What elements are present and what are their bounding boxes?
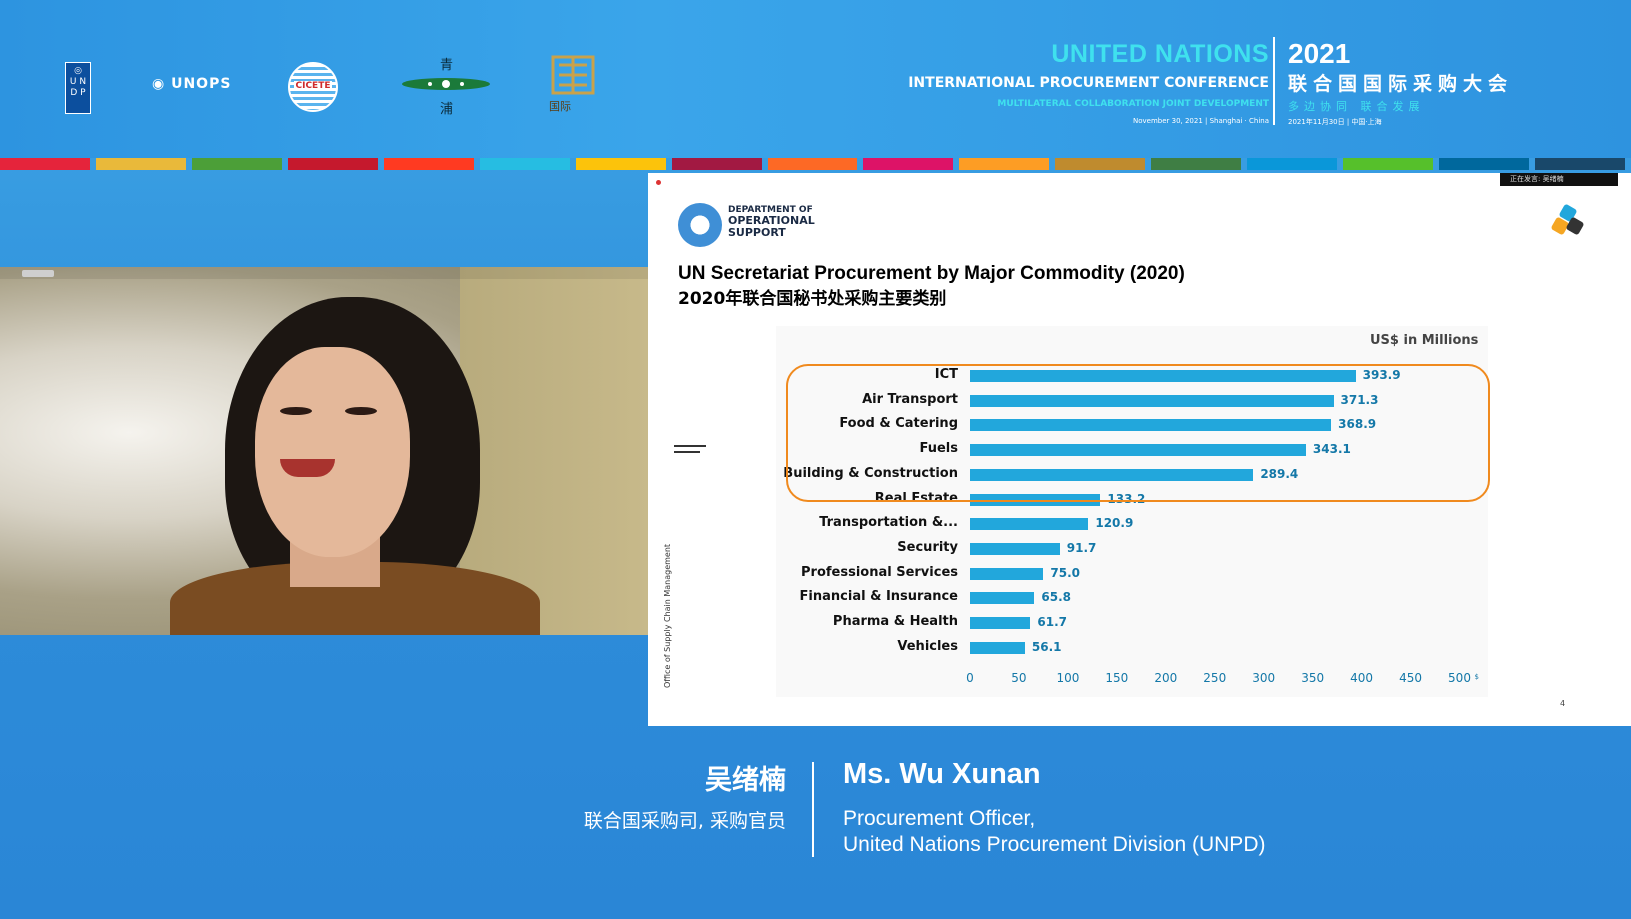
- x-tick-suffix: $: [1474, 673, 1479, 681]
- category-label: Pharma & Health: [832, 614, 958, 629]
- qingpu-emblem-icon: 青 浦: [402, 58, 490, 117]
- eiis-logo: 国际: [545, 55, 605, 117]
- sdg-stripe-segment: [575, 158, 666, 170]
- svg-text:浦: 浦: [440, 102, 453, 117]
- unops-logo-text: UNOPS: [171, 76, 232, 92]
- x-tick-label: 200: [1154, 671, 1178, 685]
- value-label: 65.8: [1041, 590, 1072, 605]
- category-label: Security: [897, 539, 958, 555]
- conference-date-zh: 2021年11月30日 | 中国·上海: [1288, 118, 1382, 126]
- sdg-stripe-segment: [383, 158, 474, 170]
- sdg-stripe-segment: [1535, 158, 1625, 170]
- united-nations-title: UNITED NATIONS: [1051, 40, 1269, 68]
- sdg-stripe-segment: [287, 158, 378, 170]
- un-emblem-icon: [678, 203, 722, 247]
- page-number: 4: [1560, 699, 1566, 708]
- sdg-stripe-segment: [1343, 158, 1434, 170]
- category-label: Transportation &...: [819, 515, 958, 531]
- category-label: Professional Services: [801, 564, 958, 580]
- speaker-eye: [345, 407, 377, 415]
- bar: [970, 567, 1044, 580]
- x-tick-label: 0: [966, 671, 974, 685]
- speaker-video: [0, 267, 648, 635]
- value-label: 56.1: [1031, 639, 1062, 654]
- speaker-status-bar: 正在发言: 吴绪楠: [1500, 173, 1618, 186]
- speaker-eye: [280, 407, 312, 415]
- speaker-role-en: Procurement Officer, United Nations Proc…: [843, 806, 1265, 858]
- category-label: Financial & Insurance: [799, 589, 958, 605]
- x-tick-label: 100: [1056, 671, 1080, 685]
- sdg-stripe-segment: [767, 158, 858, 170]
- bar: [970, 641, 1025, 654]
- conference-name-en: INTERNATIONAL PROCUREMENT CONFERENCE: [908, 75, 1269, 91]
- slide-title-zh: 2020年联合国秘书处采购主要类别: [678, 289, 947, 309]
- x-tick-label: 300: [1252, 671, 1276, 685]
- x-tick-label: 250: [1203, 671, 1227, 685]
- department-logo-text: DEPARTMENT OF OPERATIONAL SUPPORT: [728, 205, 815, 239]
- speaker-role-en-line: United Nations Procurement Division (UNP…: [843, 833, 1266, 856]
- unops-logo: ◉ UNOPS: [152, 76, 231, 92]
- speaker-name-zh: 吴绪楠: [705, 765, 786, 796]
- bar: [970, 617, 1031, 629]
- eiis-emblem-icon: 国际: [549, 55, 595, 113]
- title-divider: [1273, 37, 1275, 125]
- sdg-stripe-segment: [863, 158, 954, 170]
- caption-divider: [812, 762, 814, 857]
- svg-text:国际: 国际: [549, 100, 571, 113]
- value-label: 91.7: [1066, 540, 1097, 555]
- conference-tagline-en: MULTILATERAL COLLABORATION JOINT DEVELOP…: [997, 99, 1269, 109]
- x-tick-label: 400: [1350, 671, 1374, 685]
- video-name-tag: [22, 270, 54, 277]
- sdg-stripe-segment: [479, 158, 570, 170]
- bar: [970, 518, 1089, 531]
- sdg-stripe-segment: [671, 158, 762, 170]
- un-emblem-icon: ◎: [74, 66, 82, 76]
- undp-logo: ◎ U N D P: [65, 62, 91, 114]
- qingpu-logo: 青 浦: [400, 55, 492, 117]
- side-label: Office of Supply Chain Management: [663, 543, 672, 688]
- conference-date-en: November 30, 2021 | Shanghai · China: [1132, 117, 1269, 125]
- x-tick-label: 50: [1011, 671, 1027, 685]
- slide-title-en: UN Secretariat Procurement by Major Comm…: [678, 263, 1185, 284]
- conference-banner: ◎ U N D P ◉ UNOPS CICETE 青 浦 国际 UNITED N…: [0, 0, 1631, 158]
- video-toolbar: [0, 267, 648, 279]
- sdg-stripe-segment: [1247, 158, 1338, 170]
- sdg-stripe-segment: [1439, 158, 1530, 170]
- bar: [970, 542, 1060, 555]
- value-label: 61.7: [1037, 615, 1067, 629]
- undp-logo-text: U N D P: [69, 77, 87, 98]
- chart-unit-label: US$ in Millions: [1370, 333, 1479, 348]
- conference-year: 2021: [1288, 38, 1351, 69]
- category-label: Vehicles: [897, 638, 958, 654]
- x-tick-label: 350: [1301, 671, 1325, 685]
- conference-tagline-zh: 多边协同 联合发展: [1288, 100, 1425, 113]
- value-label: 75.0: [1050, 565, 1081, 580]
- x-tick-label: 450: [1399, 671, 1422, 685]
- sdg-stripe-segment: [0, 158, 90, 170]
- conference-name-zh: 联合国国际采购大会: [1288, 73, 1514, 95]
- speaker-role-en-line: Procurement Officer,: [843, 807, 1036, 830]
- conference-title-block: UNITED NATIONS INTERNATIONAL PROCUREMENT…: [908, 35, 1601, 135]
- sdg-stripe-segment: [95, 158, 186, 170]
- sdg-stripe-segment: [959, 158, 1050, 170]
- sdg-stripe-segment: [1151, 158, 1242, 170]
- value-label: 120.9: [1095, 516, 1134, 531]
- x-tick-label: 500: [1448, 671, 1471, 685]
- x-tick-label: 150: [1105, 671, 1129, 685]
- slide-marker-line: [674, 451, 700, 453]
- sdg-stripe-segment: [1055, 158, 1146, 170]
- speaker-role-zh: 联合国采购司, 采购官员: [583, 810, 786, 832]
- svg-text:青: 青: [440, 58, 453, 73]
- sdg-stripe-segment: [191, 158, 282, 170]
- un-emblem-icon: ◉: [152, 76, 166, 92]
- speaker-name-en: Ms. Wu Xunan: [843, 758, 1041, 790]
- presentation-slide: 正在发言: 吴绪楠 DEPARTMENT OF OPERATIONAL SUPP…: [648, 173, 1631, 726]
- bar: [970, 592, 1035, 605]
- highlight-outline: [786, 364, 1490, 502]
- speaker-face: [255, 347, 410, 557]
- recording-indicator-icon: [656, 180, 661, 185]
- department-line: SUPPORT: [728, 226, 786, 239]
- cicete-logo-text: CICETE: [294, 81, 332, 91]
- cicete-logo: CICETE: [288, 62, 338, 112]
